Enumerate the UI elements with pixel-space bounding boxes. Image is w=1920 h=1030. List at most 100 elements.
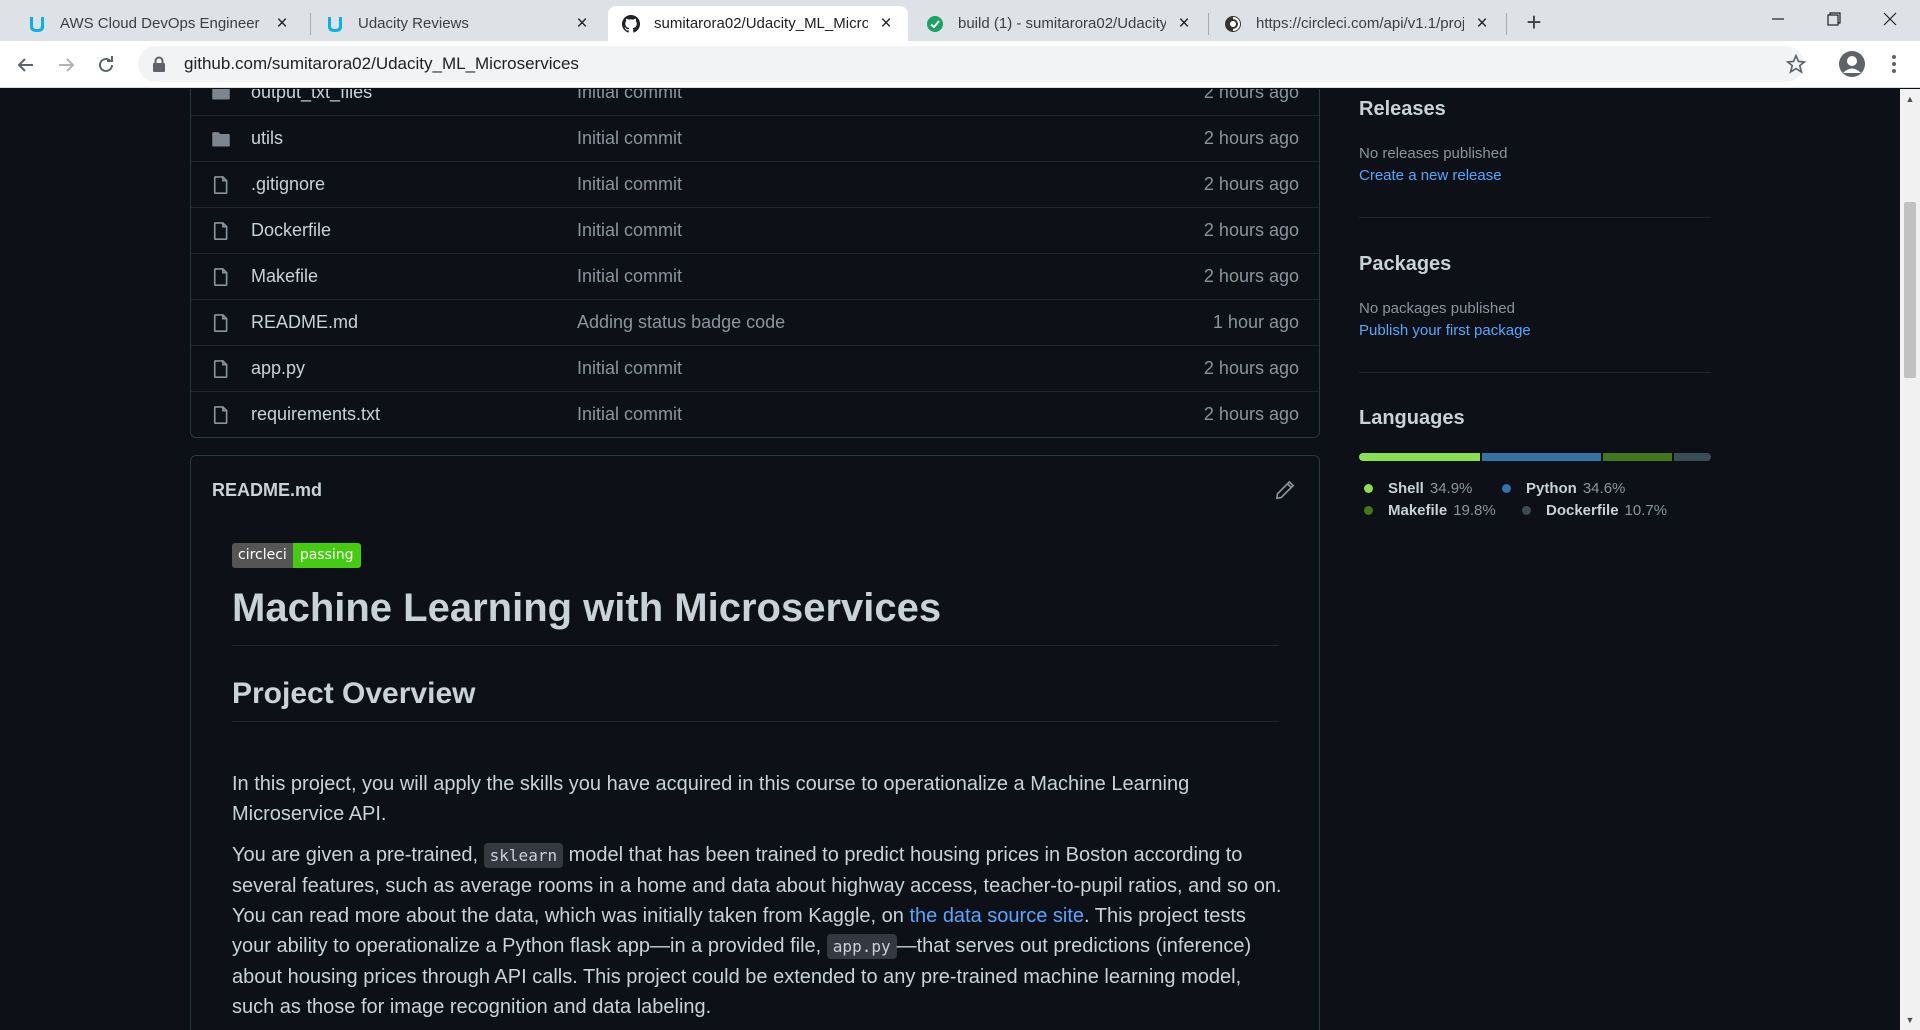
commit-age: 2 hours ago <box>1203 128 1299 148</box>
github-icon <box>622 14 640 33</box>
language-name: Python <box>1526 480 1577 497</box>
folder-icon <box>212 132 230 147</box>
language-bar-segment <box>1603 453 1672 461</box>
browser-tab[interactable]: Udacity Reviews × <box>312 6 604 41</box>
commit-message[interactable]: Initial commit <box>577 174 682 195</box>
language-bar-segment <box>1481 453 1602 461</box>
file-name[interactable]: app.py <box>251 358 305 379</box>
github-repo-page: output_txt_files Initial commit 2 hours ag… <box>0 89 1900 1030</box>
minimize-icon[interactable] <box>1752 0 1804 38</box>
commit-age: 2 hours ago <box>1203 266 1299 286</box>
file-name[interactable]: Dockerfile <box>251 220 331 241</box>
file-row[interactable]: output_txt_files Initial commit 2 hours ag… <box>191 89 1319 115</box>
commit-message[interactable]: Adding status badge code <box>577 312 785 333</box>
file-name[interactable]: requirements.txt <box>251 404 380 425</box>
language-percent: 34.9% <box>1429 480 1473 497</box>
language-bar <box>1359 453 1711 461</box>
file-name[interactable]: utils <box>251 128 283 149</box>
tab-separator <box>1208 13 1209 35</box>
languages-section: Languages <box>1359 407 1711 430</box>
edit-pencil-icon[interactable] <box>1275 480 1295 500</box>
file-row[interactable]: requirements.txt Initial commit 2 hours ag… <box>191 391 1319 437</box>
browser-tab-active[interactable]: sumitarora02/Udacity_ML_Micros × <box>608 6 908 41</box>
language-item[interactable]: Shell 34.9% <box>1364 480 1472 497</box>
language-item[interactable]: Dockerfile 10.7% <box>1522 502 1667 519</box>
file-row[interactable]: Dockerfile Initial commit 2 hours ago <box>191 207 1319 253</box>
address-bar[interactable]: github.com/sumitarora02/Udacity_ML_Micro… <box>138 46 1804 82</box>
back-arrow-icon[interactable] <box>10 49 42 81</box>
commit-message[interactable]: Initial commit <box>577 220 682 241</box>
restore-icon[interactable] <box>1808 0 1860 38</box>
file-row[interactable]: Makefile Initial commit 2 hours ago <box>191 253 1319 299</box>
url-text: github.com/sumitarora02/Udacity_ML_Micro… <box>184 54 579 73</box>
language-bar-segment <box>1673 453 1711 461</box>
create-release-link[interactable]: Create a new release <box>1359 167 1711 184</box>
file-icon <box>213 406 228 424</box>
file-name[interactable]: Makefile <box>251 266 318 287</box>
close-tab-icon[interactable]: × <box>1174 13 1194 34</box>
tab-title: build (1) - sumitarora02/Udacity_ <box>958 15 1166 32</box>
scroll-thumb[interactable] <box>1904 202 1916 378</box>
file-row[interactable]: app.py Initial commit 2 hours ago <box>191 345 1319 391</box>
commit-message[interactable]: Initial commit <box>577 89 682 103</box>
scroll-down-arrow-icon[interactable]: ▼ <box>1904 1014 1916 1026</box>
commit-message[interactable]: Initial commit <box>577 404 682 425</box>
circleci-status-badge[interactable]: circleci passing <box>232 543 361 568</box>
file-row[interactable]: README.md Adding status badge code 1 hour … <box>191 299 1319 345</box>
language-item[interactable]: Python 34.6% <box>1502 480 1625 497</box>
file-row[interactable]: .gitignore Initial commit 2 hours ago <box>191 161 1319 207</box>
commit-message[interactable]: Initial commit <box>577 128 682 149</box>
packages-title[interactable]: Packages <box>1359 253 1711 276</box>
scroll-up-arrow-icon[interactable]: ▲ <box>1904 93 1916 105</box>
tab-title: AWS Cloud DevOps Engineer - Ud <box>60 15 264 32</box>
file-name[interactable]: output_txt_files <box>251 89 372 103</box>
commit-age: 2 hours ago <box>1203 220 1299 240</box>
browser-tabstrip: AWS Cloud DevOps Engineer - Ud × Udacity… <box>0 0 1920 41</box>
releases-title[interactable]: Releases <box>1359 98 1711 121</box>
close-tab-icon[interactable]: × <box>572 13 592 34</box>
lock-icon <box>153 56 165 72</box>
udacity-icon <box>326 15 344 33</box>
file-name[interactable]: README.md <box>251 312 358 333</box>
paragraph: In this project, you will apply the skil… <box>232 773 1190 825</box>
browser-toolbar: github.com/sumitarora02/Udacity_ML_Micro… <box>0 41 1920 88</box>
section-heading: Project Overview <box>232 677 1279 722</box>
language-dot-icon <box>1364 484 1373 493</box>
badge-label: circleci <box>232 543 293 568</box>
commit-age: 2 hours ago <box>1203 404 1299 424</box>
bookmark-star-icon[interactable] <box>1785 53 1807 79</box>
packages-section: Packages No packages published Publish y… <box>1359 253 1711 339</box>
file-icon <box>213 360 228 378</box>
close-window-icon[interactable] <box>1864 0 1916 38</box>
commit-age: 2 hours ago <box>1203 358 1299 378</box>
file-name[interactable]: .gitignore <box>251 174 325 195</box>
inline-code: app.py <box>826 934 897 959</box>
language-name: Makefile <box>1388 502 1448 519</box>
close-tab-icon[interactable]: × <box>1472 13 1492 34</box>
language-item[interactable]: Makefile 19.8% <box>1364 502 1496 519</box>
commit-message[interactable]: Initial commit <box>577 358 682 379</box>
file-row[interactable]: utils Initial commit 2 hours ago <box>191 115 1319 161</box>
browser-tab[interactable]: AWS Cloud DevOps Engineer - Ud × <box>14 6 304 41</box>
page-scrollbar[interactable]: ▲ ▼ <box>1900 89 1920 1030</box>
close-tab-icon[interactable]: × <box>272 13 292 34</box>
commit-age: 2 hours ago <box>1203 174 1299 194</box>
new-tab-plus-icon[interactable]: + <box>1520 7 1548 37</box>
publish-package-link[interactable]: Publish your first package <box>1359 322 1711 339</box>
profile-avatar-icon[interactable] <box>1838 50 1866 78</box>
readme-box: README.md circleci passing Machine Learn… <box>190 455 1320 1030</box>
file-list: output_txt_files Initial commit 2 hours ag… <box>190 89 1320 438</box>
tab-title: sumitarora02/Udacity_ML_Micros <box>654 15 868 32</box>
browser-menu-icon[interactable] <box>1882 52 1906 76</box>
browser-tab[interactable]: build (1) - sumitarora02/Udacity_ × <box>912 6 1206 41</box>
reload-icon[interactable] <box>90 49 122 81</box>
close-tab-icon[interactable]: × <box>876 13 896 34</box>
data-source-link[interactable]: the data source site <box>909 905 1084 927</box>
forward-arrow-icon[interactable] <box>50 49 82 81</box>
readme-title: Machine Learning with Microservices <box>232 586 1279 646</box>
browser-tab[interactable]: https://circleci.com/api/v1.1/proj × <box>1210 6 1504 41</box>
udacity-icon <box>28 15 46 33</box>
commit-message[interactable]: Initial commit <box>577 266 682 287</box>
commit-age: 1 hour ago <box>1212 312 1299 332</box>
circleci-icon <box>1224 15 1242 33</box>
